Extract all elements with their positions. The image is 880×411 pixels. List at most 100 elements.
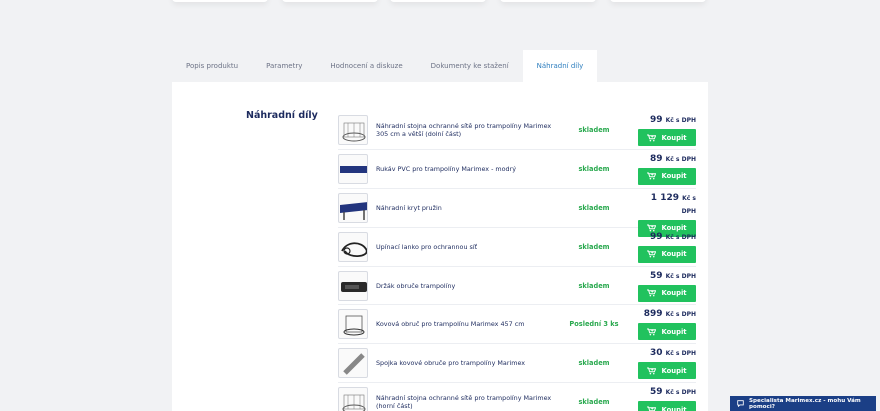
stock-status: skladem [578,242,610,251]
cart-icon [647,250,657,258]
product-name[interactable]: Náhradní stojna ochranné sítě pro trampo… [376,122,564,138]
buy-button[interactable]: Koupit [638,129,696,146]
price-value: 30 [649,348,663,359]
price-block: 99 Kč s DPH Koupit [636,114,696,146]
price: 99 Kč s DPH [636,231,696,244]
price-value: 1 129 [650,192,679,203]
buy-button[interactable]: Koupit [638,401,696,411]
rope-icon[interactable] [338,231,368,262]
currency-suffix: Kč s DPH [681,194,696,215]
price-block: 89 Kč s DPH Koupit [636,153,696,185]
buy-label: Koupit [661,366,687,375]
buy-label: Koupit [661,172,687,181]
spare-part-row: Upínací lanko pro ochrannou síť skladem 99… [338,228,696,267]
hoop-connector-icon[interactable] [338,348,368,379]
top-card [282,0,378,2]
help-text: Specialista Marimex.cz - mohu Vám pomoci… [749,397,861,410]
price: 1 129 Kč s DPH [636,192,696,218]
tab-description[interactable]: Popis produktu [172,50,252,82]
stock-status: skladem [578,398,610,407]
price: 89 Kč s DPH [636,153,696,166]
stock-status: skladem [578,203,610,212]
price-block: 30 Kč s DPH Koupit [636,347,696,380]
buy-label: Koupit [661,289,687,298]
price-block: 59 Kč s DPH Koupit [636,386,696,411]
product-name[interactable]: Náhradní kryt pružin [376,204,564,212]
price: 59 Kč s DPH [636,270,696,283]
spare-part-row: Náhradní stojna ochranné sítě pro trampo… [338,111,696,150]
spare-part-row: Spojka kovové obruče pro trampolíny Mari… [338,344,696,384]
top-card [172,0,268,2]
buy-label: Koupit [661,405,687,411]
buy-label: Koupit [661,133,687,142]
currency-suffix: Kč s DPH [665,117,696,124]
chat-icon [737,400,744,407]
product-name[interactable]: Kovová obruč pro trampolínu Marimex 457 … [376,320,564,328]
hoop-holder-icon[interactable] [338,270,368,301]
price-value: 59 [649,387,663,398]
price: 899 Kč s DPH [636,308,696,321]
spare-part-row: Rukáv PVC pro trampolíny Marimex - modrý… [338,150,696,189]
tab-documents[interactable]: Dokumenty ke stažení [417,50,523,82]
top-card [390,0,486,2]
top-card [610,0,706,2]
spare-parts-list: Náhradní stojna ochranné sítě pro trampo… [338,111,696,411]
cart-icon [647,289,657,297]
spare-part-row: Držák obruče trampolíny skladem 59 Kč s DP… [338,267,696,306]
currency-suffix: Kč s DPH [665,389,696,397]
stock-status: skladem [578,359,610,368]
trampoline-net-icon[interactable] [338,387,368,411]
product-tabs: Popis produktu Parametry Hodnocení a dis… [172,50,598,82]
top-card [500,0,596,2]
buy-button[interactable]: Koupit [638,167,696,185]
currency-suffix: Kč s DPH [665,233,696,241]
price-value: 899 [643,309,663,320]
tab-spare-parts[interactable]: Náhradní díly [522,50,598,82]
product-name[interactable]: Spojka kovové obruče pro trampolíny Mari… [376,359,564,367]
currency-suffix: Kč s DPH [665,155,696,163]
stock-status: skladem [578,281,610,290]
price-value: 99 [649,231,663,242]
spare-part-row: Náhradní kryt pružin skladem 1 129 Kč s DP… [338,189,696,237]
price-block: 99 Kč s DPH Koupit [636,231,696,263]
price-value: 89 [649,153,663,164]
stock-status: skladem [578,164,610,173]
buy-button[interactable]: Koupit [638,245,696,263]
price-value: 59 [649,270,663,281]
buy-button[interactable]: Koupit [638,323,696,341]
product-name[interactable]: Rukáv PVC pro trampolíny Marimex - modrý [376,165,564,173]
cart-icon [647,406,657,411]
product-name[interactable]: Náhradní stojna ochranné sítě pro trampo… [376,394,564,410]
buy-label: Koupit [661,327,687,336]
top-cards [172,0,708,4]
spare-parts-panel: Náhradní díly Náhradní stojna ochranné s… [172,82,708,411]
cart-icon [647,328,657,336]
currency-suffix: Kč s DPH [665,311,696,319]
spare-part-row: Náhradní stojna ochranné sítě pro trampo… [338,383,696,411]
price: 99 Kč s DPH [636,114,696,127]
cart-icon [647,172,657,180]
price-value: 99 [649,115,663,125]
cart-icon [647,134,657,142]
stock-status: Poslední 3 ks [569,320,619,329]
price: 59 Kč s DPH [636,386,696,399]
price-block: 899 Kč s DPH Koupit [636,308,696,341]
tab-parameters[interactable]: Parametry [252,50,316,82]
metal-hoop-icon[interactable] [338,309,368,340]
tab-reviews[interactable]: Hodnocení a diskuze [316,50,416,82]
price-block: 59 Kč s DPH Koupit [636,270,696,302]
stock-status: skladem [578,125,610,134]
help-chat-button[interactable]: Specialista Marimex.cz - mohu Vám pomoci… [730,396,876,411]
pvc-sleeve-icon[interactable] [338,153,368,184]
section-title: Náhradní díly [246,110,318,121]
spring-cover-icon[interactable] [338,192,368,223]
product-name[interactable]: Upínací lanko pro ochrannou síť [376,243,564,251]
cart-icon [647,367,657,375]
trampoline-net-icon[interactable] [338,114,368,145]
buy-button[interactable]: Koupit [638,284,696,302]
buy-button[interactable]: Koupit [638,362,696,380]
product-name[interactable]: Držák obruče trampolíny [376,282,564,290]
currency-suffix: Kč s DPH [665,350,696,358]
spare-part-row: Kovová obruč pro trampolínu Marimex 457 … [338,305,696,345]
currency-suffix: Kč s DPH [665,272,696,280]
